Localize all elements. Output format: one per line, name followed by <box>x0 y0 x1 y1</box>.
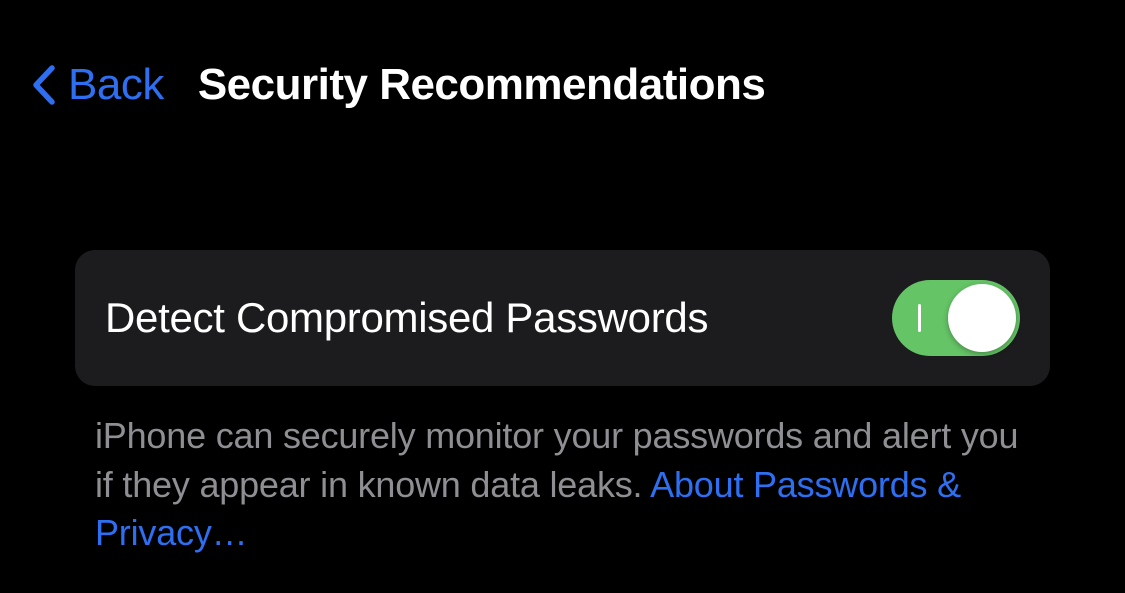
content-area: Detect Compromised Passwords iPhone can … <box>0 110 1125 558</box>
toggle-knob <box>948 284 1016 352</box>
back-label: Back <box>68 60 164 110</box>
footer-description: iPhone can securely monitor your passwor… <box>75 386 1050 558</box>
chevron-left-icon <box>30 64 56 106</box>
toggle-on-indicator <box>918 304 921 332</box>
detect-compromised-toggle[interactable] <box>892 280 1020 356</box>
navigation-header: Back Security Recommendations <box>0 0 1125 110</box>
page-title: Security Recommendations <box>198 60 766 110</box>
detect-compromised-label: Detect Compromised Passwords <box>105 294 708 342</box>
back-button[interactable]: Back <box>30 60 164 110</box>
detect-compromised-row: Detect Compromised Passwords <box>75 250 1050 386</box>
